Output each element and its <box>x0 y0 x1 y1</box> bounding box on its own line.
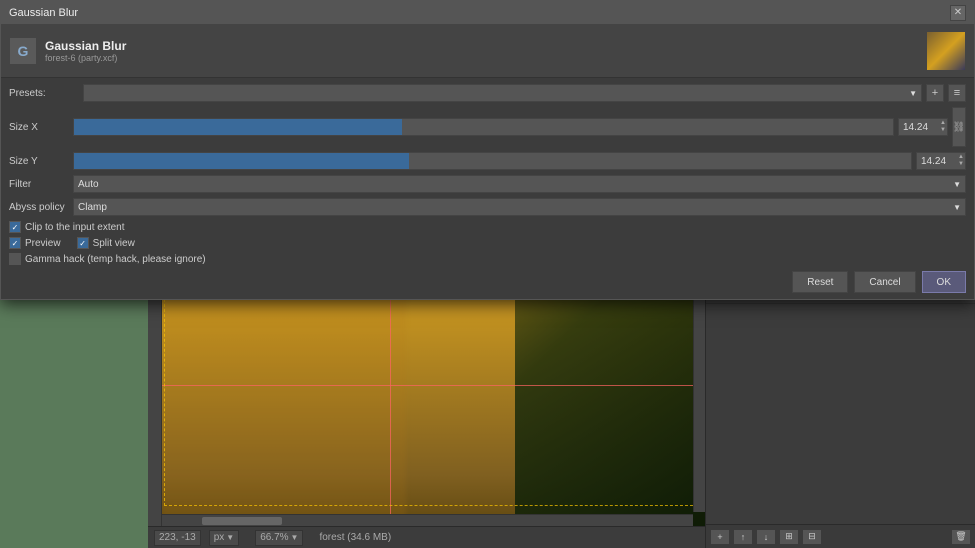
unit-value: px <box>214 532 225 543</box>
filter-value: Auto <box>78 179 99 190</box>
ok-button[interactable]: OK <box>922 271 966 293</box>
blur-header: G Gaussian Blur forest-6 (party.xcf) <box>1 25 974 78</box>
right-panel: ⬚ ■ T ☰ ◎ ⊞ ✏ 🔲 Gaussian Blur ✕ G Gauss <box>705 44 975 548</box>
split-view-row: ✓ Split view <box>77 237 135 249</box>
abyss-combo[interactable]: Clamp ▼ <box>73 198 966 216</box>
size-x-value: 14.24 <box>903 122 928 133</box>
presets-label: Presets: <box>9 88 79 99</box>
blur-plugin-sub: forest-6 (party.xcf) <box>45 53 918 63</box>
gamma-hack-checkbox[interactable] <box>9 253 21 265</box>
raise-layer-button[interactable]: ↑ <box>733 529 753 545</box>
size-x-spinbox[interactable]: 14.24 ▲▼ <box>898 118 948 136</box>
lower-layer-button[interactable]: ↓ <box>756 529 776 545</box>
blur-header-text: Gaussian Blur forest-6 (party.xcf) <box>45 39 918 63</box>
clip-input-checkbox[interactable]: ✓ <box>9 221 21 233</box>
delete-layer-button[interactable]: 🗑 <box>951 529 971 545</box>
abyss-arrow: ▼ <box>953 203 961 212</box>
statusbar: 223, -13 px ▼ 66.7% ▼ forest (34.6 MB) <box>148 526 705 548</box>
presets-menu-button[interactable]: ≡ <box>948 84 966 102</box>
scrollbar-thumb-h[interactable] <box>202 517 282 525</box>
filter-option-row: Filter Auto ▼ <box>9 175 966 193</box>
layers-bottom: + ↑ ↓ ⊞ ⊟ 🗑 <box>706 524 975 548</box>
presets-add-button[interactable]: + <box>926 84 944 102</box>
clip-input-row: ✓ Clip to the input extent <box>9 221 966 233</box>
size-y-fill <box>74 153 409 169</box>
blur-body: Presets: ▼ + ≡ Size X 14 <box>1 78 974 299</box>
coords-value: 223, -13 <box>159 532 196 543</box>
preview-checkbox[interactable]: ✓ <box>9 237 21 249</box>
preview-label: Preview <box>25 238 61 249</box>
presets-combo[interactable]: ▼ <box>83 84 922 102</box>
cancel-button[interactable]: Cancel <box>854 271 915 293</box>
size-y-arrows[interactable]: ▲▼ <box>958 153 964 169</box>
abyss-label: Abyss policy <box>9 202 69 213</box>
gamma-hack-row: Gamma hack (temp hack, please ignore) <box>9 253 966 265</box>
unit-arrow: ▼ <box>226 533 234 542</box>
size-x-fill <box>74 119 402 135</box>
layer-info: forest (34.6 MB) <box>319 532 391 543</box>
merge-layer-button[interactable]: ⊟ <box>802 529 822 545</box>
link-xy-button[interactable]: ⛓ <box>952 107 966 147</box>
blur-preview-thumb <box>926 31 966 71</box>
main-area: G ✥ ⬚ ◎ ⬡ ◇ ⬡ ↗ ↘ ⊹ ⌇ ✏ ✒ ⌂ ⊞ ✦ ▣ 🪣 ▲ T … <box>0 44 975 548</box>
filter-option-label: Filter <box>9 179 69 190</box>
abyss-value: Clamp <box>78 202 107 213</box>
presets-arrow: ▼ <box>909 89 917 98</box>
zoom-display[interactable]: 66.7% ▼ <box>255 530 303 546</box>
zoom-value: 66.7% <box>260 532 288 543</box>
size-y-value: 14.24 <box>921 156 946 167</box>
preview-row: ✓ Preview <box>9 237 61 249</box>
duplicate-layer-button[interactable]: ⊞ <box>779 529 799 545</box>
size-y-label: Size Y <box>9 156 69 167</box>
split-view-label: Split view <box>93 238 135 249</box>
scrollbar-horizontal[interactable] <box>162 514 693 526</box>
size-y-spinbox[interactable]: 14.24 ▲▼ <box>916 152 966 170</box>
filter-arrow: ▼ <box>953 180 961 189</box>
blur-dialog-title: Gaussian Blur <box>9 7 78 19</box>
size-x-label: Size X <box>9 122 69 133</box>
abyss-row: Abyss policy Clamp ▼ <box>9 198 966 216</box>
new-layer-button[interactable]: + <box>710 529 730 545</box>
size-y-row: Size Y 14.24 ▲▼ <box>9 152 966 170</box>
preview-split-row: ✓ Preview ✓ Split view <box>9 237 966 253</box>
blur-dialog-buttons: Reset Cancel OK <box>9 271 966 293</box>
size-y-slider[interactable] <box>73 152 912 170</box>
split-view-checkbox[interactable]: ✓ <box>77 237 89 249</box>
blur-dialog-titlebar: Gaussian Blur ✕ <box>1 1 974 25</box>
zoom-arrow: ▼ <box>291 533 299 542</box>
size-x-slider[interactable] <box>73 118 894 136</box>
size-x-row: Size X 14.24 ▲▼ ⛓ <box>9 107 966 147</box>
filter-combo[interactable]: Auto ▼ <box>73 175 966 193</box>
gamma-hack-label: Gamma hack (temp hack, please ignore) <box>25 254 206 265</box>
clip-input-label: Clip to the input extent <box>25 222 125 233</box>
blur-plugin-name: Gaussian Blur <box>45 39 918 53</box>
gaussian-blur-dialog: Gaussian Blur ✕ G Gaussian Blur forest-6… <box>0 0 975 300</box>
blur-close-button[interactable]: ✕ <box>950 5 966 21</box>
blur-plugin-icon: G <box>9 37 37 65</box>
presets-row: Presets: ▼ + ≡ <box>9 84 966 102</box>
reset-button[interactable]: Reset <box>792 271 848 293</box>
coords-display: 223, -13 <box>154 530 201 546</box>
size-x-arrows[interactable]: ▲▼ <box>940 119 946 135</box>
unit-select[interactable]: px ▼ <box>209 530 239 546</box>
